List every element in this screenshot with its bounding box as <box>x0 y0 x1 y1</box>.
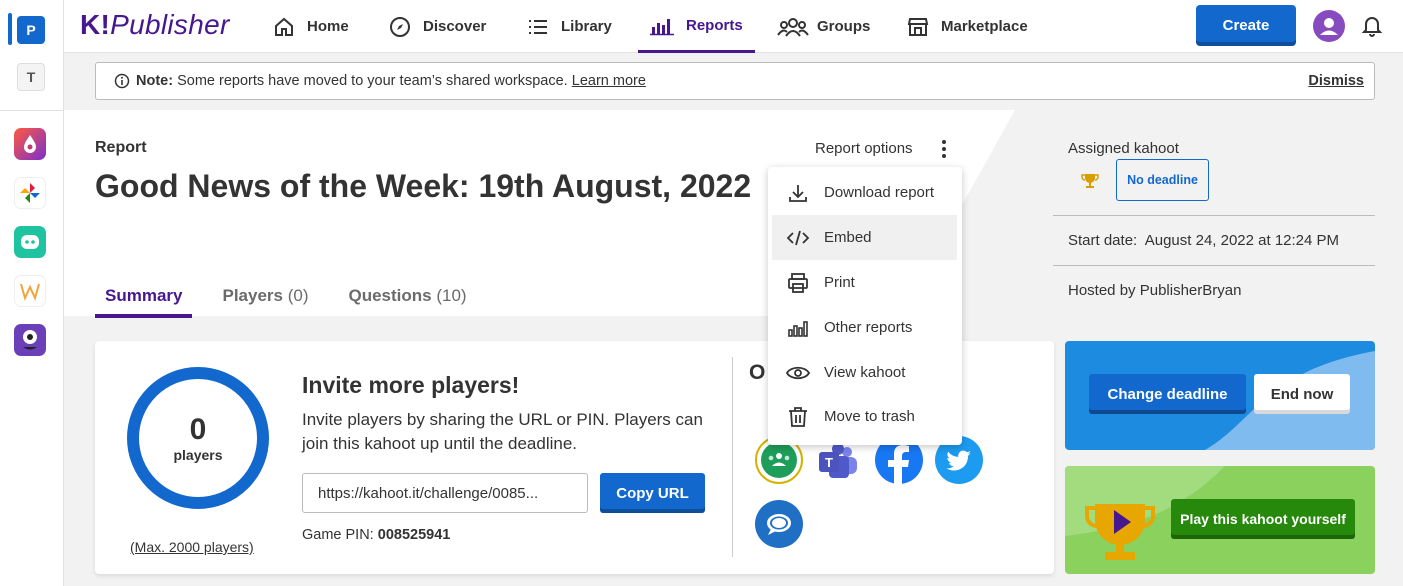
workspace-p-button[interactable]: P <box>17 16 45 44</box>
trash-icon <box>772 406 824 428</box>
bell-icon[interactable] <box>1362 15 1382 37</box>
tab-players[interactable]: Players (0) <box>212 278 318 318</box>
code-icon <box>772 229 824 247</box>
workspace-rail: P T <box>0 0 64 586</box>
app-monster-icon[interactable] <box>14 324 46 356</box>
report-options-label[interactable]: Report options <box>815 140 913 157</box>
menu-item-download-report[interactable]: Download report <box>772 170 957 215</box>
assigned-kahoot-label: Assigned kahoot <box>1068 140 1179 157</box>
share-heading: Ore <box>749 361 959 384</box>
menu-item-label: Download report <box>824 184 935 201</box>
nav-reports-label: Reports <box>686 16 743 34</box>
notice-bold: Note: <box>136 73 174 89</box>
microsoft-teams-icon[interactable]: T <box>815 438 863 486</box>
nav-home-label: Home <box>307 18 349 35</box>
menu-item-move-to-trash[interactable]: Move to trash <box>772 394 957 439</box>
rail-divider <box>0 110 64 111</box>
change-deadline-button[interactable]: Change deadline <box>1089 374 1246 414</box>
tab-summary[interactable]: Summary <box>95 278 193 318</box>
challenge-url-field[interactable] <box>302 473 588 513</box>
user-avatar[interactable] <box>1313 10 1345 42</box>
report-title: Good News of the Week: 19th August, 2022 <box>95 168 752 204</box>
dismiss-link[interactable]: Dismiss <box>1308 73 1364 89</box>
nav-discover[interactable]: Discover <box>389 0 486 53</box>
app-w-icon[interactable] <box>14 275 46 307</box>
menu-item-view-kahoot[interactable]: View kahoot <box>772 350 957 395</box>
bar-chart-icon <box>772 318 824 338</box>
play-yourself-button[interactable]: Play this kahoot yourself <box>1171 499 1355 539</box>
copy-url-button[interactable]: Copy URL <box>600 473 705 513</box>
invite-text: Invite players by sharing the URL or PIN… <box>302 410 703 453</box>
players-ring: 0 players <box>127 367 269 509</box>
game-pin: Game PIN: 008525941 <box>302 527 451 543</box>
create-button[interactable]: Create <box>1196 5 1296 46</box>
menu-item-label: Other reports <box>824 319 913 336</box>
imessage-icon[interactable] <box>755 500 803 548</box>
info-icon <box>114 73 130 89</box>
trophy-icon <box>1081 172 1099 190</box>
menu-item-embed[interactable]: Embed <box>772 215 957 260</box>
nav-groups-label: Groups <box>817 18 871 35</box>
menu-item-label: Move to trash <box>824 408 915 425</box>
hosted-by: Hosted by PublisherBryan <box>1068 282 1242 299</box>
menu-item-other-reports[interactable]: Other reports <box>772 305 957 350</box>
start-date: Start date: August 24, 2022 at 12:24 PM <box>1068 232 1340 249</box>
list-icon <box>527 16 549 38</box>
deadline-badge: No deadline <box>1116 159 1209 201</box>
workspace-t-button[interactable]: T <box>17 63 45 91</box>
menu-item-label: Print <box>824 274 855 291</box>
app-chat-bot-icon[interactable] <box>14 226 46 258</box>
menu-item-print[interactable]: Print <box>772 260 957 305</box>
app-drops-icon[interactable] <box>14 128 46 160</box>
notice-banner: Note: Some reports have moved to your te… <box>95 62 1375 100</box>
play-kahoot-card: Play this kahoot yourself <box>1065 466 1375 574</box>
players-count: 0 <box>189 413 207 446</box>
nav-library[interactable]: Library <box>527 0 612 53</box>
printer-icon <box>772 272 824 294</box>
nav-groups[interactable]: Groups <box>777 0 870 53</box>
nav-home[interactable]: Home <box>273 0 349 53</box>
deadline-actions-card: Change deadline End now <box>1065 341 1375 450</box>
nav-library-label: Library <box>561 18 612 35</box>
info-divider <box>1053 215 1375 216</box>
menu-item-label: View kahoot <box>824 364 906 381</box>
tab-questions[interactable]: Questions (10) <box>339 278 477 318</box>
app-pinwheel-icon[interactable] <box>14 177 46 209</box>
notice-text: Some reports have moved to your team’s s… <box>177 73 568 89</box>
top-navigation: K!Publisher Home Discover Library Report… <box>64 0 1403 53</box>
trophy-play-icon <box>1085 496 1155 566</box>
svg-text:T: T <box>825 455 833 470</box>
nav-discover-label: Discover <box>423 18 487 35</box>
compass-icon <box>389 16 411 38</box>
eye-icon <box>772 365 824 381</box>
players-label: players <box>173 447 223 463</box>
end-now-button[interactable]: End now <box>1254 374 1350 414</box>
home-icon <box>273 16 295 38</box>
card-divider <box>732 357 733 557</box>
bar-chart-icon <box>650 14 674 36</box>
max-players-link[interactable]: (Max. 2000 players) <box>130 539 254 555</box>
menu-item-label: Embed <box>824 229 872 246</box>
report-tabs: Summary Players (0) Questions (10) <box>95 278 497 318</box>
download-icon <box>772 183 824 203</box>
nav-marketplace-label: Marketplace <box>941 18 1028 35</box>
info-divider <box>1053 265 1375 266</box>
report-options-menu: Download report Embed Print Other report… <box>768 167 962 445</box>
active-workspace-indicator <box>8 13 12 45</box>
report-label: Report <box>95 139 147 156</box>
kebab-menu-icon[interactable] <box>936 137 952 161</box>
invite-heading: Invite more players! <box>302 372 520 398</box>
kahoot-publisher-logo[interactable]: K!Publisher <box>80 9 230 41</box>
store-icon <box>907 16 929 38</box>
group-icon <box>777 16 809 38</box>
learn-more-link[interactable]: Learn more <box>572 73 646 89</box>
nav-reports[interactable]: Reports <box>638 0 755 53</box>
nav-marketplace[interactable]: Marketplace <box>907 0 1028 53</box>
